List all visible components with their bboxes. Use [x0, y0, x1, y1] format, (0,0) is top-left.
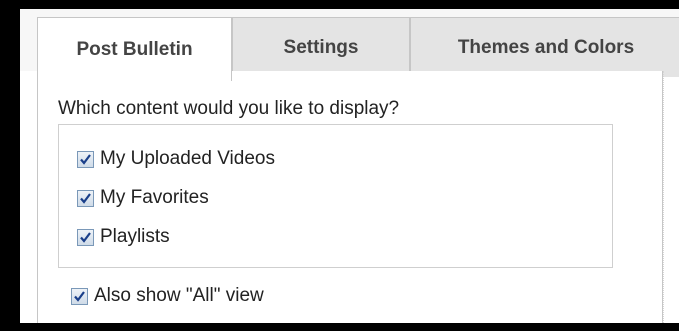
tab-themes-and-colors[interactable]: Themes and Colors — [410, 17, 679, 77]
settings-window: Post Bulletin Settings Themes and Colors… — [0, 0, 679, 331]
option-also-show-all-view[interactable]: Also show "All" view — [71, 285, 264, 307]
option-my-favorites[interactable]: My Favorites — [77, 187, 209, 209]
option-my-uploaded-videos[interactable]: My Uploaded Videos — [77, 148, 275, 170]
checkmark-icon — [80, 231, 91, 243]
option-label: Also show "All" view — [94, 285, 264, 306]
option-label: Playlists — [100, 226, 170, 247]
option-label: My Favorites — [100, 187, 209, 208]
tab-post-bulletin[interactable]: Post Bulletin — [37, 17, 232, 81]
frame-edge-top — [0, 0, 679, 9]
checkmark-icon — [74, 290, 85, 302]
checkbox-my-favorites[interactable] — [77, 189, 94, 207]
checkbox-also-show-all-view[interactable] — [71, 287, 88, 305]
checkbox-my-uploaded-videos[interactable] — [77, 150, 94, 168]
frame-edge-bottom — [0, 323, 679, 331]
tab-settings[interactable]: Settings — [232, 17, 410, 77]
side-divider — [663, 71, 665, 323]
checkmark-icon — [80, 153, 91, 165]
checkbox-playlists[interactable] — [77, 228, 94, 246]
content-question-label: Which content would you like to display? — [58, 98, 400, 119]
tab-strip: Post Bulletin Settings Themes and Colors — [20, 9, 679, 81]
option-label: My Uploaded Videos — [100, 148, 275, 169]
frame-edge-left — [0, 0, 20, 331]
option-playlists[interactable]: Playlists — [77, 226, 170, 248]
checkmark-icon — [80, 192, 91, 204]
